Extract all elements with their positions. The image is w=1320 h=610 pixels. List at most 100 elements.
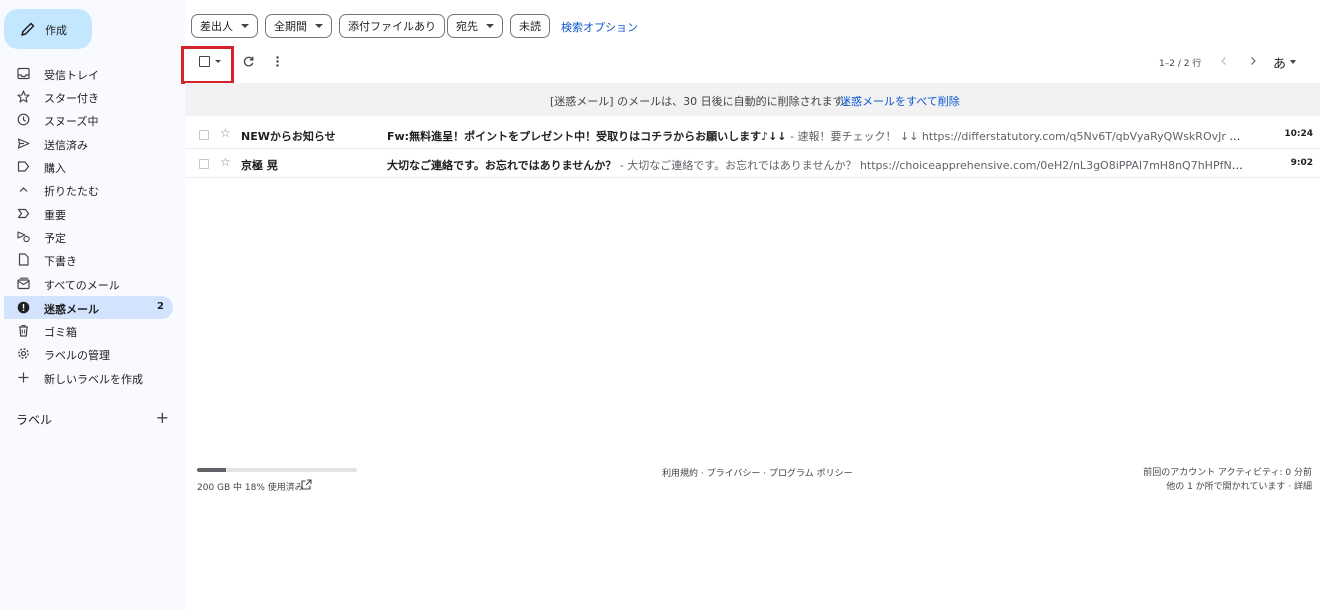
sidebar-item-label: ゴミ箱 — [44, 326, 77, 339]
caret-down-icon — [315, 24, 323, 28]
mail-subject: Fw:無料進呈！ポイントをプレゼント中！受取りはコチラからお願いします♪↓↓ — [387, 130, 787, 143]
footer-links: 利用規約 · プライバシー · プログラム ポリシー — [662, 469, 853, 479]
inbox-icon — [17, 67, 30, 80]
mail-body: Fw:無料進呈！ポイントをプレゼント中！受取りはコチラからお願いします♪↓↓ -… — [387, 128, 1249, 144]
spam-banner: [迷惑メール] のメールは、30 日後に自動的に削除されます。 迷惑メールをすべ… — [185, 83, 1320, 116]
sidebar-item-label: ラベルの管理 — [44, 349, 110, 362]
chevron-left-icon[interactable] — [1218, 55, 1230, 67]
sidebar-item-label: スヌーズ中 — [44, 115, 99, 128]
mail-snippet: - 大切なご連絡です。お忘れではありませんか？ https://choiceap… — [619, 159, 1249, 172]
chevron-up-icon — [17, 183, 30, 196]
program-policy-link[interactable]: プログラム ポリシー — [769, 469, 853, 479]
sidebar-item-important[interactable]: 重要 — [4, 202, 173, 225]
sidebar-item-drafts[interactable]: 下書き — [4, 248, 173, 271]
sidebar-item-snoozed[interactable]: スヌーズ中 — [4, 108, 173, 131]
sidebar-item-label: すべてのメール — [44, 279, 120, 292]
chevron-right-icon[interactable] — [1247, 55, 1259, 67]
filter-chip-date[interactable]: 全期間 — [265, 14, 332, 38]
mail-time: 9:02 — [1290, 158, 1313, 168]
sidebar-item-sent[interactable]: 送信済み — [4, 132, 173, 155]
chip-label: 全期間 — [274, 20, 307, 33]
sidebar-item-purchases[interactable]: 購入 — [4, 155, 173, 178]
filter-chip-to[interactable]: 宛先 — [447, 14, 503, 38]
compose-button[interactable]: 作成 — [4, 9, 92, 49]
sidebar-item-label: 折りたたむ — [44, 185, 99, 198]
sidebar-item-all-mail[interactable]: すべてのメール — [4, 272, 173, 295]
sidebar-item-label: 重要 — [44, 209, 66, 222]
sidebar-item-label: 新しいラベルを作成 — [44, 373, 143, 386]
row-checkbox[interactable] — [199, 130, 209, 140]
sidebar-item-manage-labels[interactable]: ラベルの管理 — [4, 342, 173, 365]
sidebar-item-label: 送信済み — [44, 139, 88, 152]
storage-text: 200 GB 中 18% 使用済み — [197, 483, 304, 493]
sidebar-item-label: 購入 — [44, 162, 66, 175]
spam-banner-message: [迷惑メール] のメールは、30 日後に自動的に削除されます。 — [550, 95, 854, 108]
select-all-checkbox[interactable] — [199, 56, 210, 67]
trash-icon — [17, 324, 30, 337]
account-activity: 前回のアカウント アクティビティ: 0 分前 他の 1 か所で開かれています ·… — [1143, 466, 1312, 494]
mail-sender: NEWからお知らせ — [241, 130, 336, 143]
sidebar: 作成 受信トレイ スター付き スヌーズ中 送信済み 購入 折りたたむ 重要 予定… — [0, 0, 185, 610]
star-icon[interactable]: ☆ — [220, 126, 231, 140]
sidebar-item-collapse[interactable]: 折りたたむ — [4, 178, 173, 201]
add-label-icon[interactable]: + — [156, 408, 169, 427]
sidebar-item-label: 迷惑メール — [44, 303, 99, 316]
send-icon — [17, 137, 30, 150]
select-dropdown-icon[interactable] — [215, 60, 221, 63]
sidebar-item-create-label[interactable]: 新しいラベルを作成 — [4, 366, 173, 389]
mail-row[interactable]: ☆ 京極 晃 大切なご連絡です。お忘れではありませんか？ - 大切なご連絡です。… — [185, 149, 1320, 178]
caret-down-icon — [241, 24, 249, 28]
sidebar-item-inbox[interactable]: 受信トレイ — [4, 62, 173, 85]
refresh-icon[interactable] — [242, 55, 255, 68]
spam-icon — [17, 301, 30, 314]
labels-heading: ラベル — [16, 413, 53, 427]
chip-label: 差出人 — [200, 20, 233, 33]
privacy-link[interactable]: プライバシー — [707, 469, 761, 479]
clock-icon — [17, 113, 30, 126]
pencil-icon — [20, 21, 36, 37]
star-icon — [17, 90, 30, 103]
sidebar-item-label: スター付き — [44, 92, 99, 105]
filter-chip-unread[interactable]: 未読 — [510, 14, 550, 38]
mail-time: 10:24 — [1284, 129, 1313, 139]
storage-bar-fill — [197, 468, 226, 472]
spam-count-badge: 2 — [157, 301, 164, 312]
star-icon[interactable]: ☆ — [220, 155, 231, 169]
row-checkbox[interactable] — [199, 159, 209, 169]
mail-body: 大切なご連絡です。お忘れではありませんか？ - 大切なご連絡です。お忘れではあり… — [387, 157, 1249, 173]
page-count: 1–2 / 2 行 — [1159, 59, 1202, 69]
filter-chip-attachment[interactable]: 添付ファイルあり — [339, 14, 445, 38]
important-icon — [17, 207, 30, 220]
sidebar-item-spam[interactable]: 迷惑メール 2 — [4, 296, 173, 319]
mail-row[interactable]: ☆ NEWからお知らせ Fw:無料進呈！ポイントをプレゼント中！受取りはコチラか… — [185, 120, 1320, 149]
open-in-new-icon[interactable] — [301, 479, 312, 490]
sidebar-item-starred[interactable]: スター付き — [4, 85, 173, 108]
open-elsewhere-line: 他の 1 か所で開かれています · 詳細 — [1166, 482, 1312, 492]
mail-snippet: - 速報！要チェック！ ↓↓ https://differstatutory.c… — [790, 130, 1249, 143]
input-tools-button[interactable]: あ — [1273, 53, 1286, 72]
mail-subject: 大切なご連絡です。お忘れではありませんか？ — [387, 159, 617, 172]
search-options-link[interactable]: 検索オプション — [561, 19, 638, 35]
sidebar-item-trash[interactable]: ゴミ箱 — [4, 319, 173, 342]
details-link[interactable]: 詳細 — [1294, 482, 1312, 492]
open-elsewhere-text: 他の 1 か所で開かれています — [1166, 482, 1286, 492]
sidebar-item-label: 受信トレイ — [44, 69, 99, 82]
chip-label: 宛先 — [456, 20, 478, 33]
labels-section-header: ラベル + — [16, 408, 171, 427]
chip-label: 未読 — [519, 20, 541, 33]
last-activity-text: 前回のアカウント アクティビティ: 0 分前 — [1143, 468, 1312, 478]
chip-label: 添付ファイルあり — [348, 20, 436, 33]
storage-bar — [197, 468, 357, 472]
sidebar-item-scheduled[interactable]: 予定 — [4, 225, 173, 248]
filter-chip-from[interactable]: 差出人 — [191, 14, 258, 38]
caret-down-icon[interactable] — [1290, 60, 1296, 64]
plus-icon — [17, 371, 30, 384]
compose-label: 作成 — [45, 24, 67, 37]
terms-link[interactable]: 利用規約 — [662, 469, 698, 479]
all-mail-icon — [17, 277, 30, 290]
scheduled-icon — [17, 230, 30, 243]
caret-down-icon — [486, 24, 494, 28]
more-vert-icon[interactable] — [271, 55, 284, 68]
draft-icon — [17, 253, 30, 266]
delete-all-spam-link[interactable]: 迷惑メールをすべて削除 — [840, 93, 960, 109]
